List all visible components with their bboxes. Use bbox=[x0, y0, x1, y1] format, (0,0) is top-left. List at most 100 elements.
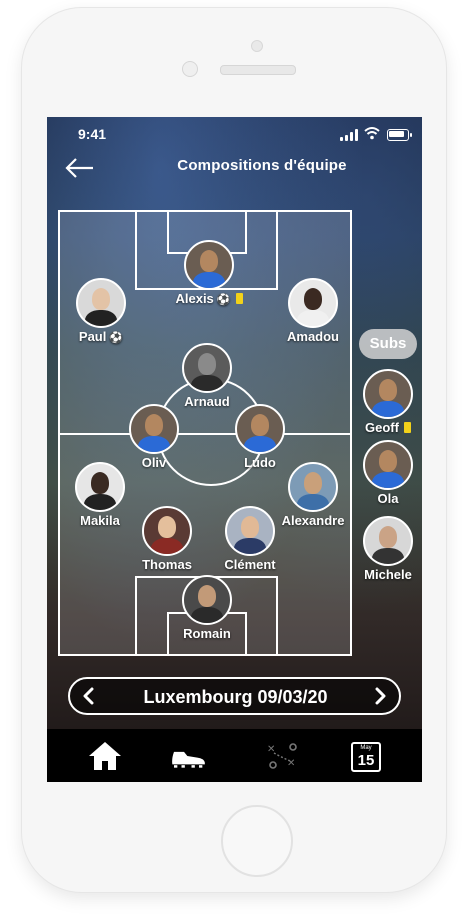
avatar bbox=[235, 404, 285, 454]
earpiece-speaker bbox=[220, 65, 296, 75]
avatar-body bbox=[150, 538, 184, 554]
avatar bbox=[142, 506, 192, 556]
avatar-body bbox=[296, 494, 330, 510]
avatar bbox=[363, 516, 413, 566]
calendar-month: May bbox=[360, 745, 372, 751]
player-name-text: Geoff bbox=[365, 420, 399, 435]
avatar-body bbox=[371, 548, 405, 564]
player-name-text: Paul bbox=[78, 329, 107, 344]
player-clement[interactable]: Clément bbox=[200, 506, 300, 572]
wifi-icon bbox=[364, 127, 380, 140]
player-name-text: Amadou bbox=[287, 329, 339, 344]
subs-button[interactable]: Subs bbox=[359, 329, 417, 359]
avatar bbox=[288, 278, 338, 328]
avatar bbox=[363, 440, 413, 490]
player-name-text: Michele bbox=[364, 567, 412, 582]
avatar-head bbox=[240, 516, 260, 539]
calendar-day: 15 bbox=[357, 752, 375, 769]
avatar bbox=[182, 343, 232, 393]
player-name-text: Thomas bbox=[142, 557, 192, 572]
player-name-text: Romain bbox=[183, 626, 231, 641]
avatar bbox=[288, 462, 338, 512]
avatar-body bbox=[190, 375, 224, 391]
status-bar: 9:41 bbox=[47, 117, 422, 151]
avatar-body bbox=[296, 310, 330, 326]
avatar bbox=[182, 575, 232, 625]
avatar bbox=[76, 278, 126, 328]
player-name-text: Ola bbox=[377, 491, 399, 506]
proximity-sensor bbox=[182, 61, 198, 77]
avatar-head bbox=[197, 585, 217, 608]
goal-ball-icon: ⚽ bbox=[216, 294, 231, 306]
player-arnaud[interactable]: Arnaud bbox=[157, 343, 257, 409]
player-name: Paul ⚽ bbox=[51, 329, 151, 344]
avatar-body bbox=[233, 538, 267, 554]
sub-ola[interactable]: Ola bbox=[338, 440, 422, 506]
avatar bbox=[75, 462, 125, 512]
avatar-head bbox=[157, 516, 177, 539]
avatar-body bbox=[243, 436, 277, 452]
avatar-head bbox=[90, 472, 110, 495]
player-name: Alexis ⚽ bbox=[159, 291, 259, 306]
calendar-icon[interactable]: May 15 bbox=[351, 739, 383, 773]
avatar-body bbox=[137, 436, 171, 452]
avatar-head bbox=[91, 288, 111, 311]
tactics-board-icon[interactable]: ✕ ✕ bbox=[263, 739, 303, 773]
battery-icon bbox=[387, 129, 412, 141]
app-screen: 9:41 Compositions d'équipe Alexis ⚽ Paul… bbox=[47, 117, 422, 782]
chevron-right-icon[interactable] bbox=[371, 687, 389, 705]
player-ludo[interactable]: Ludo bbox=[210, 404, 310, 470]
player-name: Romain bbox=[157, 626, 257, 641]
match-selector: Luxembourg 09/03/20 bbox=[68, 677, 401, 715]
avatar-body bbox=[83, 494, 117, 510]
avatar-head bbox=[250, 414, 270, 437]
calendar-frame: May 15 bbox=[351, 742, 381, 772]
sub-geoff[interactable]: Geoff bbox=[338, 369, 422, 435]
avatar-head bbox=[378, 379, 398, 402]
avatar bbox=[129, 404, 179, 454]
back-arrow-icon[interactable] bbox=[65, 157, 95, 179]
avatar-head bbox=[303, 472, 323, 495]
player-alexis[interactable]: Alexis ⚽ bbox=[159, 240, 259, 306]
home-icon[interactable] bbox=[85, 739, 125, 773]
avatar-body bbox=[371, 401, 405, 417]
sub-michele[interactable]: Michele bbox=[338, 516, 422, 582]
player-amadou[interactable]: Amadou bbox=[263, 278, 363, 344]
avatar-head bbox=[378, 526, 398, 549]
player-name-text: Clément bbox=[224, 557, 276, 572]
signal-icon bbox=[340, 129, 360, 141]
player-name-text: Alexis bbox=[175, 291, 214, 306]
avatar-head bbox=[197, 353, 217, 376]
avatar-head bbox=[303, 288, 323, 311]
avatar bbox=[225, 506, 275, 556]
home-button[interactable] bbox=[221, 805, 293, 877]
avatar-body bbox=[371, 472, 405, 488]
player-name: Geoff bbox=[338, 420, 422, 435]
avatar-head bbox=[378, 450, 398, 473]
avatar-body bbox=[84, 310, 118, 326]
player-name: Ola bbox=[338, 491, 422, 506]
page-title: Compositions d'équipe bbox=[177, 157, 347, 174]
avatar-head bbox=[199, 250, 219, 273]
avatar-head bbox=[144, 414, 164, 437]
yellow-card-icon bbox=[403, 422, 411, 433]
goal-ball-icon: ⚽ bbox=[109, 332, 124, 344]
player-name: Clément bbox=[200, 557, 300, 572]
status-time: 9:41 bbox=[78, 126, 107, 142]
yellow-card-icon bbox=[235, 293, 243, 304]
player-name: Amadou bbox=[263, 329, 363, 344]
chevron-left-icon[interactable] bbox=[80, 687, 98, 705]
tab-bar: ✕ ✕ May 15 bbox=[47, 729, 422, 782]
avatar bbox=[363, 369, 413, 419]
player-oliv[interactable]: Oliv bbox=[104, 404, 204, 470]
avatar-body bbox=[190, 607, 224, 623]
avatar bbox=[184, 240, 234, 290]
player-name-text: Makila bbox=[80, 513, 120, 528]
front-camera bbox=[251, 40, 263, 52]
football-boot-icon[interactable] bbox=[169, 739, 209, 773]
player-romain[interactable]: Romain bbox=[157, 575, 257, 641]
player-paul[interactable]: Paul ⚽ bbox=[51, 278, 151, 344]
avatar-body bbox=[192, 272, 226, 288]
match-label: Luxembourg 09/03/20 bbox=[143, 687, 328, 707]
player-name: Michele bbox=[338, 567, 422, 582]
